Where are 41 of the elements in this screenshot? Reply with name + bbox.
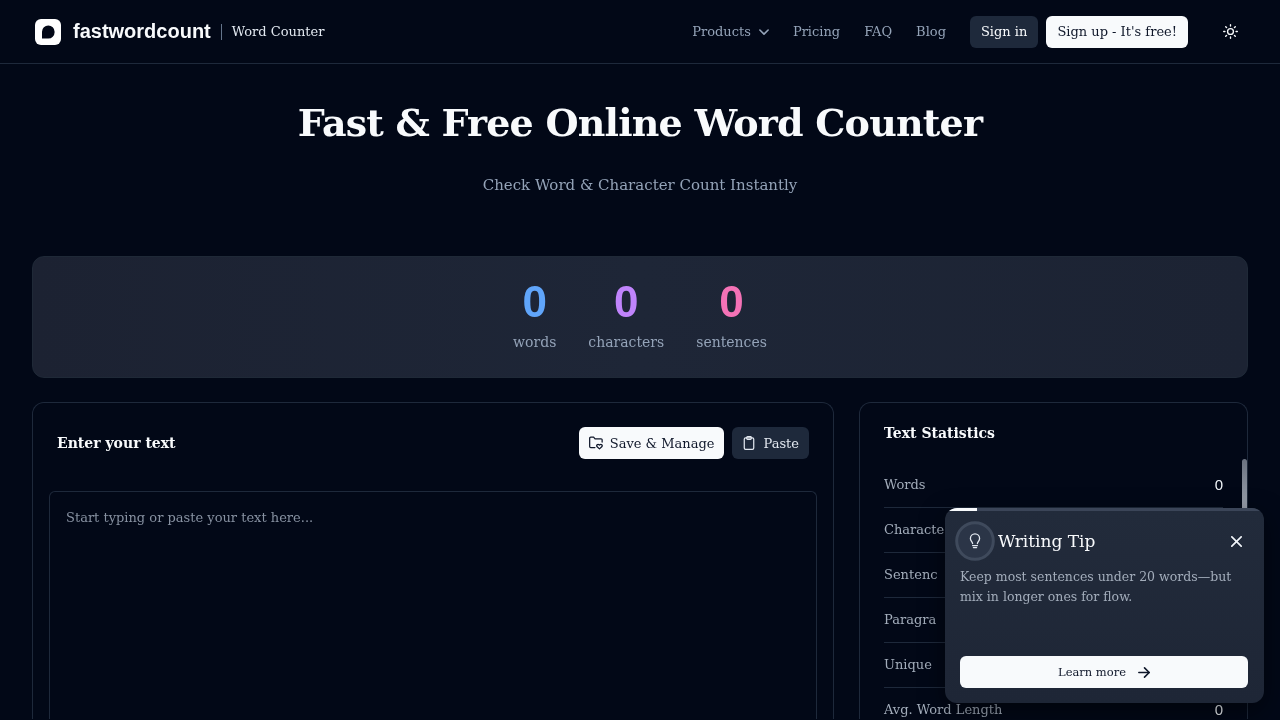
stat-label: Words xyxy=(884,477,926,493)
sign-up-button[interactable]: Sign up - It's free! xyxy=(1046,15,1188,48)
stat-value: 0 xyxy=(1214,702,1223,718)
count-value: 0 xyxy=(614,277,639,327)
stat-label: Avg. Word Length xyxy=(884,702,1003,718)
count-value: 0 xyxy=(522,277,547,327)
logo-icon[interactable] xyxy=(35,18,61,45)
folder-heart-icon xyxy=(588,436,603,450)
stat-value: 0 xyxy=(1214,477,1223,493)
save-manage-button[interactable]: Save & Manage xyxy=(578,427,725,459)
count-label: characters xyxy=(588,333,665,352)
stat-label: Sentenc xyxy=(884,567,938,583)
nav-link[interactable]: FAQ xyxy=(864,21,893,42)
learn-more-button[interactable]: Learn more xyxy=(960,656,1248,688)
count-label: sentences xyxy=(696,333,767,352)
brand-name[interactable]: fastwordcount xyxy=(73,20,211,43)
panel-title: Text Statistics xyxy=(884,424,996,443)
arrow-right-icon xyxy=(1138,666,1150,678)
scrollbar-thumb[interactable] xyxy=(1242,459,1247,511)
tagline: Word Counter xyxy=(231,24,325,39)
nav-link[interactable]: Blog xyxy=(916,21,946,42)
lightbulb-icon xyxy=(955,521,995,561)
sign-in-button[interactable]: Sign in xyxy=(969,15,1039,48)
stat-label: Paragra xyxy=(884,612,937,628)
chevron-down-icon xyxy=(758,28,769,35)
clipboard-icon xyxy=(742,436,757,450)
sun-icon xyxy=(1222,24,1238,39)
stat-label: Characte xyxy=(884,522,945,538)
page-title: Fast & Free Online Word Counter xyxy=(296,100,985,146)
count-value: 0 xyxy=(719,277,744,327)
count-label: words xyxy=(513,333,557,352)
page-subtitle: Check Word & Character Count Instantly xyxy=(481,175,799,195)
close-icon xyxy=(1230,535,1242,547)
paste-button[interactable]: Paste xyxy=(732,427,809,459)
tip-text: Keep most sentences under 20 words—but mix in longer ones for flow. xyxy=(960,568,1233,606)
panel-title: Enter your text xyxy=(57,434,176,453)
nav-link[interactable]: Pricing xyxy=(792,21,841,42)
stat-label: Unique xyxy=(884,657,932,673)
nav-link[interactable]: Products xyxy=(692,21,769,42)
text-input-field[interactable]: Start typing or paste your text here... xyxy=(49,491,817,719)
tip-title: Writing Tip xyxy=(998,531,1096,551)
